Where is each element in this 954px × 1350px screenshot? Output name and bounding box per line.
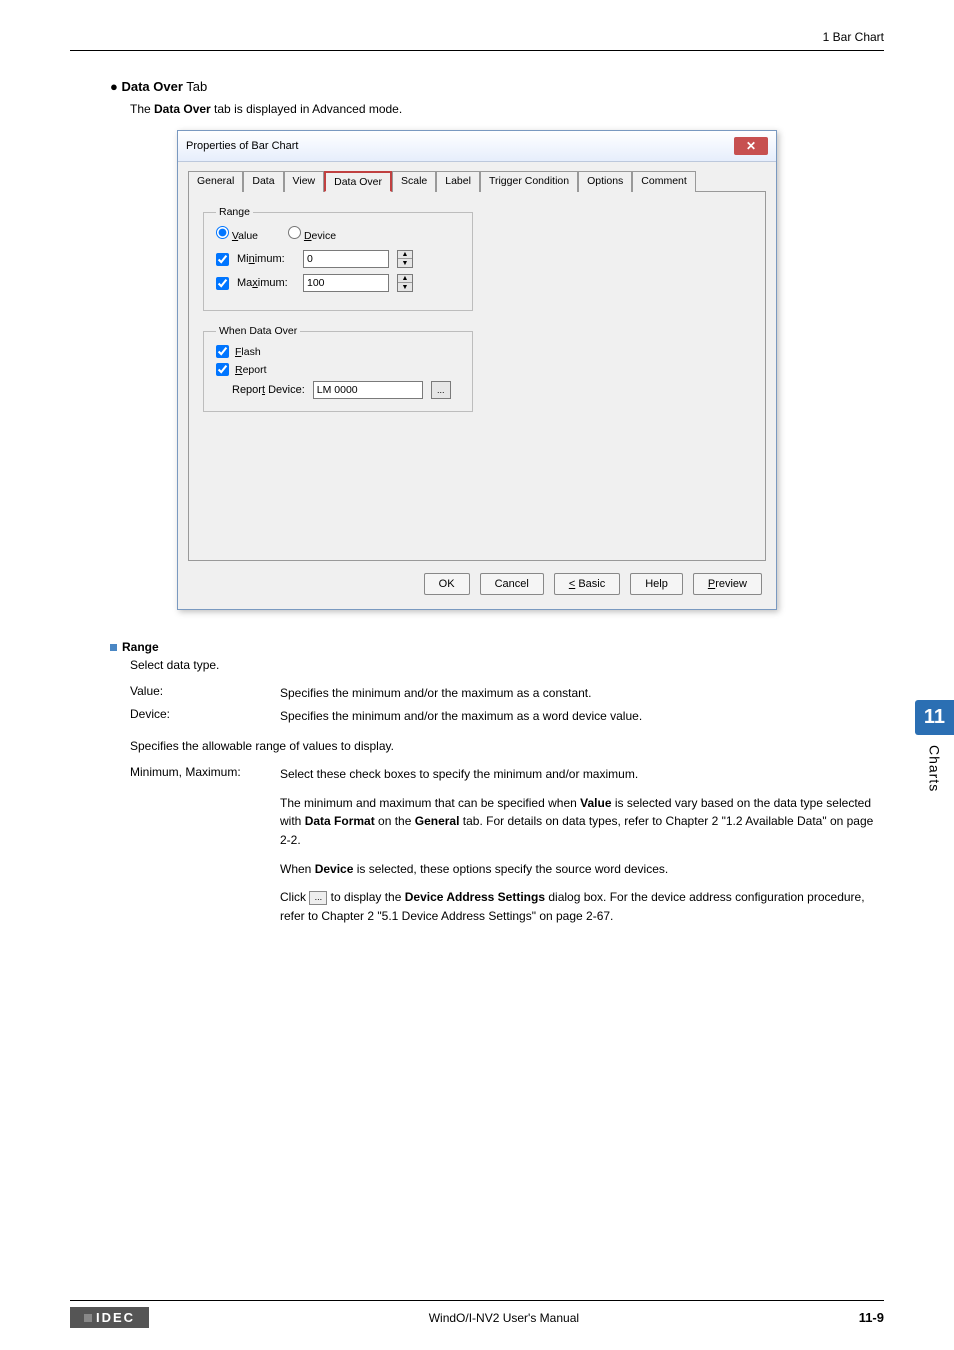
- mm-p2-b2: Data Format: [305, 814, 375, 828]
- desc-device: Specifies the minimum and/or the maximum…: [280, 707, 884, 726]
- mm-p3-pre: When: [280, 862, 315, 876]
- allowable-line: Specifies the allowable range of values …: [130, 739, 884, 753]
- mm-p1: Select these check boxes to specify the …: [280, 765, 884, 784]
- section-title-rest: Tab: [183, 79, 207, 94]
- intro-bold: Data Over: [154, 102, 211, 116]
- tab-view[interactable]: View: [284, 171, 325, 192]
- minimum-label: Minimum:: [237, 253, 295, 265]
- min-up[interactable]: ▲: [398, 251, 412, 259]
- radio-value-input[interactable]: [216, 226, 229, 239]
- side-tab: 11 Charts: [915, 700, 954, 792]
- term-device: Device:: [130, 707, 280, 726]
- maximum-spinners[interactable]: ▲▼: [397, 274, 413, 292]
- chapter-label: Charts: [926, 745, 942, 792]
- tab-options[interactable]: Options: [578, 171, 632, 192]
- preview-button[interactable]: Preview: [693, 573, 762, 595]
- min-down[interactable]: ▼: [398, 259, 412, 267]
- maximum-input[interactable]: [303, 274, 389, 292]
- basic-button[interactable]: < Basic: [554, 573, 620, 595]
- desc-min-max: Select these check boxes to specify the …: [280, 765, 884, 935]
- max-down[interactable]: ▼: [398, 283, 412, 291]
- minimum-input[interactable]: [303, 250, 389, 268]
- mm-p2-pre: The minimum and maximum that can be spec…: [280, 796, 580, 810]
- page-footer: IDEC WindO/I-NV2 User's Manual 11-9: [0, 1300, 954, 1328]
- mm-p3: When Device is selected, these options s…: [280, 860, 884, 879]
- max-up[interactable]: ▲: [398, 275, 412, 283]
- browse-icon: ...: [309, 891, 327, 905]
- mm-p3-b: Device: [315, 862, 354, 876]
- flash-label: Flash: [235, 346, 261, 358]
- mm-p4-pre: Click: [280, 890, 309, 904]
- tab-label[interactable]: Label: [436, 171, 480, 192]
- radio-value-label: alue: [238, 230, 258, 242]
- browse-button[interactable]: ...: [431, 381, 451, 399]
- range-heading-text: Range: [122, 640, 159, 654]
- mm-p2-b3: General: [415, 814, 460, 828]
- intro-post: tab is displayed in Advanced mode.: [211, 102, 402, 116]
- close-button[interactable]: ✕: [734, 137, 768, 155]
- checkbox-flash[interactable]: [216, 345, 229, 358]
- checkbox-report[interactable]: [216, 363, 229, 376]
- mm-p2-b1: Value: [580, 796, 611, 810]
- checkbox-maximum[interactable]: [216, 277, 229, 290]
- intro-pre: The: [130, 102, 154, 116]
- mm-p2: The minimum and maximum that can be spec…: [280, 794, 884, 850]
- square-bullet-icon: [110, 644, 117, 651]
- help-button[interactable]: Help: [630, 573, 683, 595]
- range-group: Range Value Device Minimum: ▲▼: [203, 206, 473, 311]
- desc-value: Specifies the minimum and/or the maximum…: [280, 684, 884, 703]
- report-device-label: Report Device:: [232, 384, 305, 396]
- cancel-button[interactable]: Cancel: [480, 573, 544, 595]
- mm-p4-mid: to display the: [327, 890, 404, 904]
- dialog-titlebar: Properties of Bar Chart ✕: [178, 131, 776, 162]
- when-data-over-group: When Data Over Flash Report Report Devic…: [203, 325, 473, 412]
- tab-data[interactable]: Data: [243, 171, 283, 192]
- tab-data-over[interactable]: Data Over: [324, 171, 392, 192]
- when-legend: When Data Over: [216, 325, 300, 337]
- section-heading: ● Data Over Tab: [110, 79, 884, 94]
- ok-button[interactable]: OK: [424, 573, 470, 595]
- report-label: Report: [235, 364, 267, 376]
- report-device-input[interactable]: [313, 381, 423, 399]
- radio-value[interactable]: Value: [216, 226, 258, 242]
- brand-square-icon: [84, 1314, 92, 1322]
- radio-device-label: evice: [312, 230, 337, 242]
- radio-device-input[interactable]: [288, 226, 301, 239]
- tab-panel: Range Value Device Minimum: ▲▼: [188, 191, 766, 561]
- minimum-spinners[interactable]: ▲▼: [397, 250, 413, 268]
- chapter-number: 11: [915, 700, 954, 735]
- radio-device[interactable]: Device: [288, 226, 336, 242]
- min-max-definitions: Minimum, Maximum: Select these check box…: [130, 765, 884, 935]
- footer-center: WindO/I-NV2 User's Manual: [429, 1311, 579, 1325]
- term-min-max: Minimum, Maximum:: [130, 765, 280, 935]
- page-header: 1 Bar Chart: [70, 30, 884, 51]
- tab-trigger-condition[interactable]: Trigger Condition: [480, 171, 578, 192]
- dialog-tabs: General Data View Data Over Scale Label …: [188, 170, 766, 191]
- mm-p2-mid2: on the: [375, 814, 415, 828]
- section-bullet: ●: [110, 79, 118, 94]
- range-subheading: Range: [110, 640, 884, 654]
- range-definitions: Value: Specifies the minimum and/or the …: [130, 684, 884, 725]
- range-select-line: Select data type.: [130, 658, 884, 672]
- term-value: Value:: [130, 684, 280, 703]
- dialog-button-row: OK Cancel < Basic Help Preview: [188, 561, 766, 599]
- range-legend: Range: [216, 206, 253, 218]
- footer-page-number: 11-9: [859, 1310, 884, 1325]
- mm-p3-post: is selected, these options specify the s…: [353, 862, 668, 876]
- tab-scale[interactable]: Scale: [392, 171, 436, 192]
- mm-p4-b: Device Address Settings: [405, 890, 545, 904]
- checkbox-minimum[interactable]: [216, 253, 229, 266]
- tab-comment[interactable]: Comment: [632, 171, 696, 192]
- mm-p4: Click ... to display the Device Address …: [280, 888, 884, 925]
- maximum-label: Maximum:: [237, 277, 295, 289]
- section-intro: The Data Over tab is displayed in Advanc…: [130, 102, 884, 116]
- brand-text: IDEC: [96, 1310, 135, 1325]
- section-title-bold: Data Over: [121, 79, 182, 94]
- dialog-title: Properties of Bar Chart: [186, 140, 299, 152]
- brand-logo: IDEC: [70, 1307, 149, 1328]
- tab-general[interactable]: General: [188, 171, 243, 192]
- properties-dialog: Properties of Bar Chart ✕ General Data V…: [177, 130, 777, 610]
